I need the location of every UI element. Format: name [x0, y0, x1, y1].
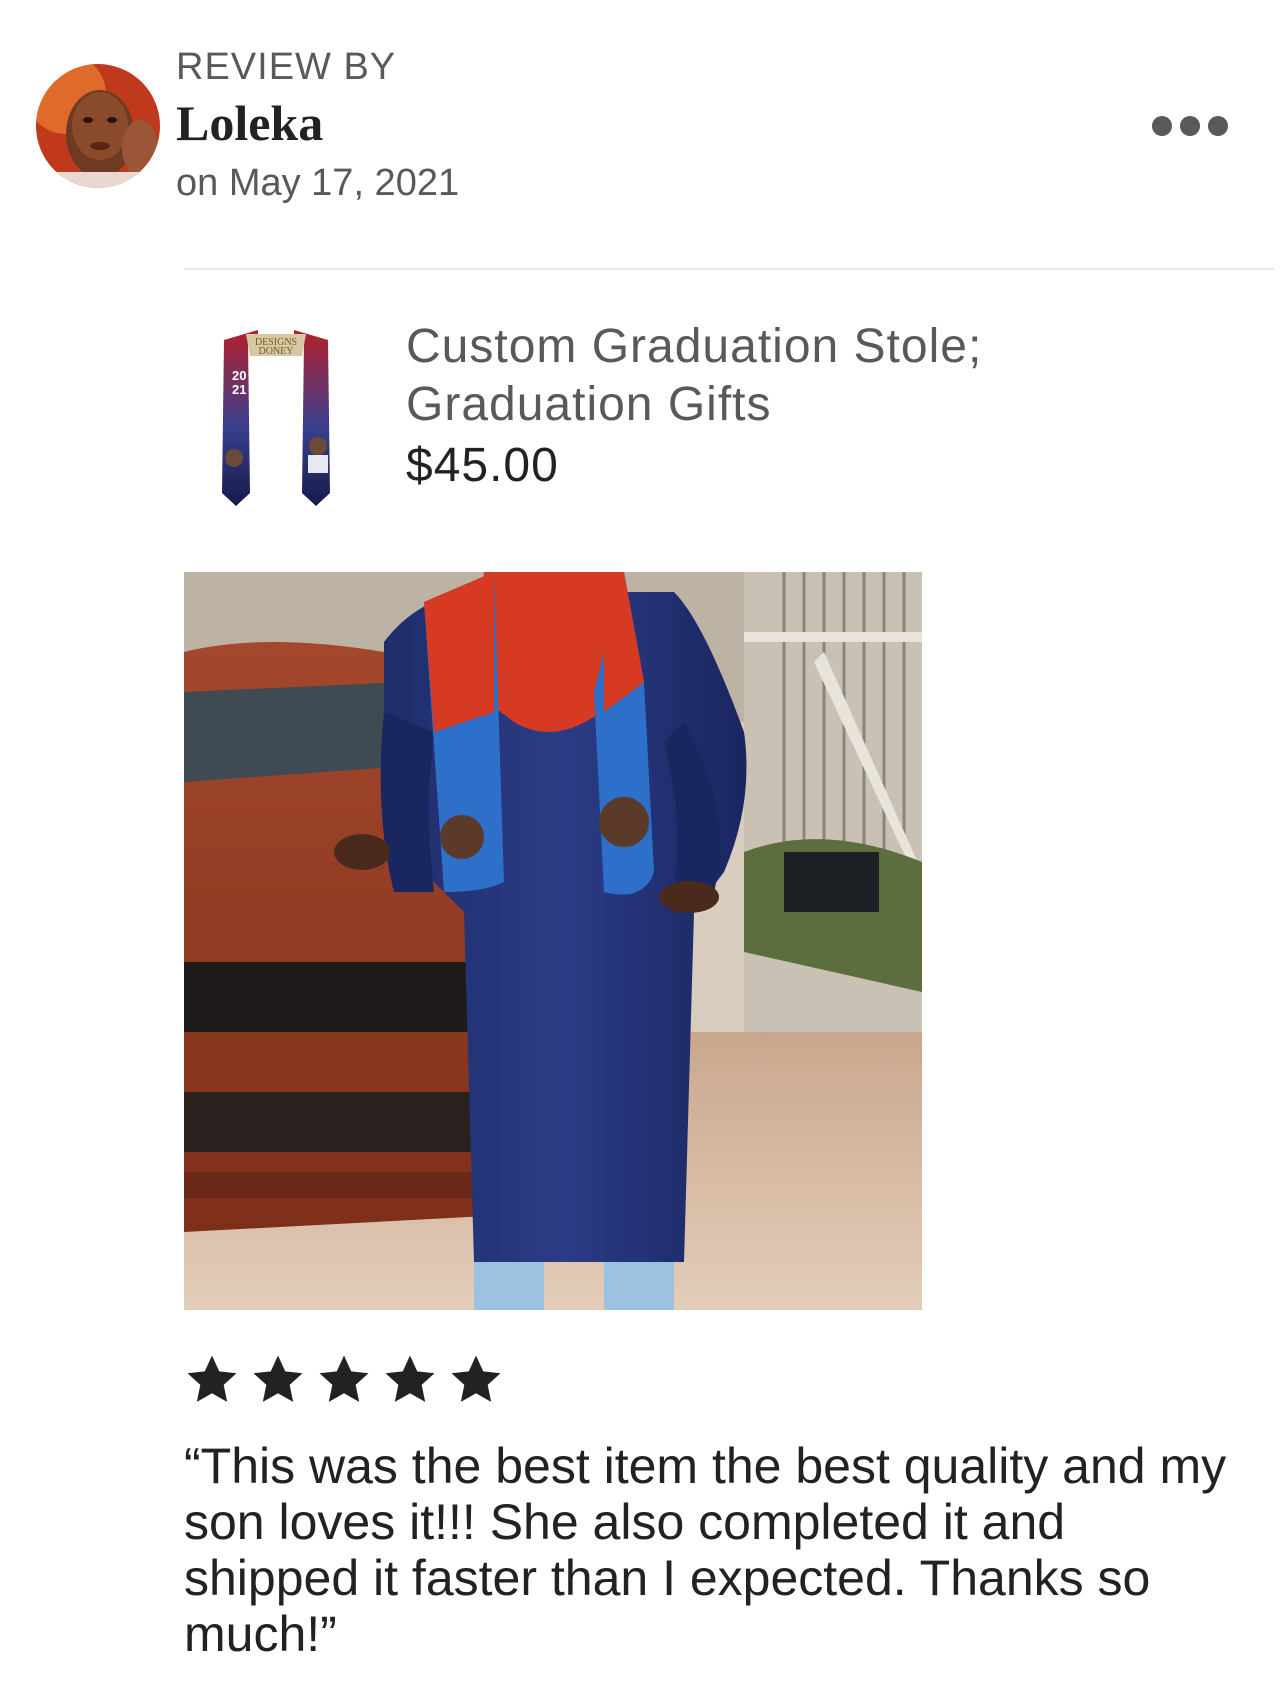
stole-text-doney: DONEY	[259, 346, 294, 357]
stole-text-20: 20	[232, 368, 246, 383]
reviewer-avatar-image	[36, 64, 160, 188]
listing-title-link[interactable]: Custom Graduation Stole; Graduation Gift…	[406, 318, 1166, 434]
star-rating	[184, 1352, 504, 1408]
star-icon	[451, 1355, 501, 1402]
stole-text-21: 21	[232, 382, 246, 397]
review-photo[interactable]	[184, 572, 922, 1310]
review-by-label: REVIEW BY	[176, 46, 397, 88]
star-icon	[319, 1355, 369, 1402]
review-date: on May 17, 2021	[176, 162, 460, 204]
reviewer-avatar[interactable]	[36, 64, 160, 188]
header-divider	[184, 268, 1274, 270]
more-horizontal-icon	[1152, 116, 1228, 136]
star-icon	[253, 1355, 303, 1402]
more-options-button[interactable]	[1150, 108, 1230, 144]
reviewer-name[interactable]: Loleka	[176, 94, 323, 152]
listing-thumbnail[interactable]: DESIGNS DONEY 20 21	[218, 328, 334, 508]
graduation-stole-image: DESIGNS DONEY 20 21	[222, 330, 330, 506]
star-icon	[187, 1355, 237, 1402]
review-text: “This was the best item the best quality…	[184, 1438, 1227, 1662]
review-photo-image	[184, 572, 922, 1310]
star-icon	[385, 1355, 435, 1402]
listing-price: $45.00	[406, 439, 559, 492]
